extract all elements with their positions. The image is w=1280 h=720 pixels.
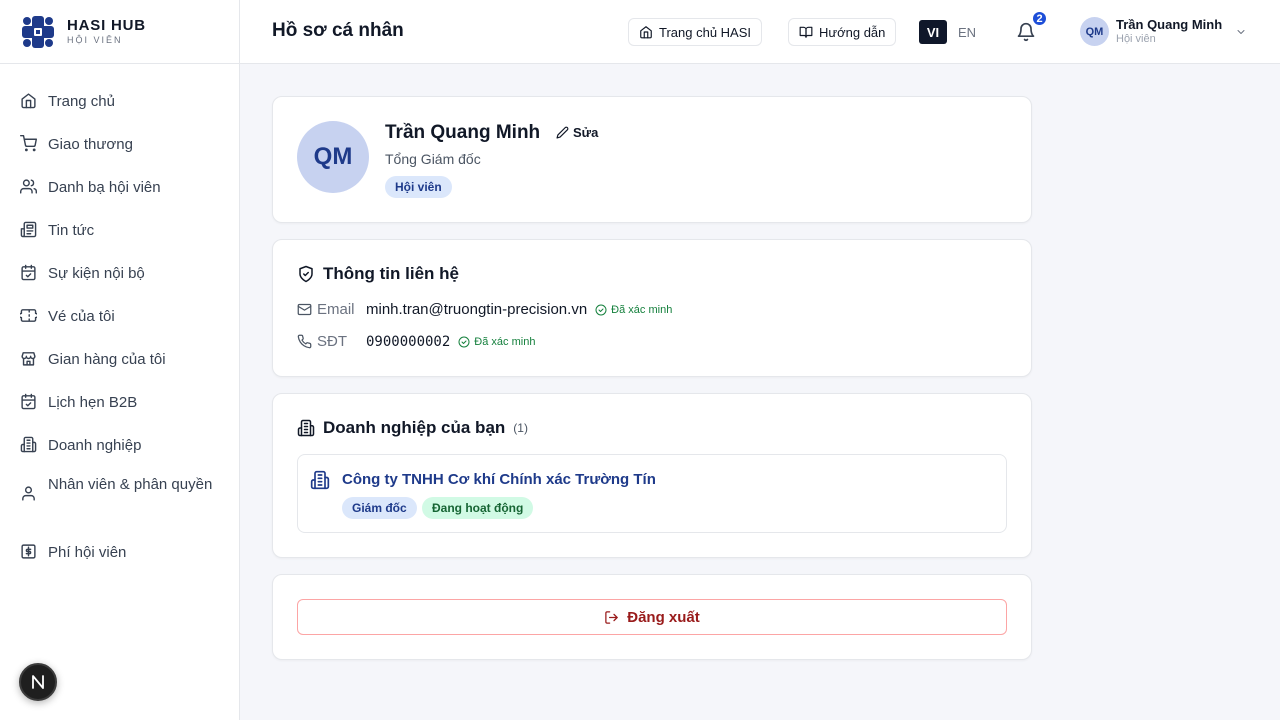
book-open-icon <box>799 26 813 38</box>
contact-title-text: Thông tin liên hệ <box>323 264 459 283</box>
sidebar-item-label: Nhân viên & phân quyền <box>48 476 213 493</box>
contact-section-title: Thông tin liên hệ <box>297 264 459 284</box>
sidebar-item-label: Doanh nghiệp <box>48 437 142 454</box>
sidebar-item-events[interactable]: Sự kiện nội bộ <box>0 250 239 293</box>
newspaper-icon <box>20 221 37 238</box>
dollar-icon <box>21 544 36 559</box>
calendar-check-icon <box>21 393 36 410</box>
sidebar-item-label: Giao thương <box>48 136 133 153</box>
user-icon <box>22 486 35 501</box>
profile-name: Trần Quang Minh <box>385 122 541 143</box>
user-role: Hội viên <box>1116 33 1156 45</box>
business-section-title: Doanh nghiệp của bạn (1) <box>297 418 528 438</box>
company-item[interactable]: Công ty TNHH Cơ khí Chính xác Trường Tín… <box>297 454 1007 533</box>
contact-card: Thông tin liên hệ Email minh.tran@truong… <box>272 239 1032 377</box>
brand[interactable]: HASI HUB HỘI VIÊN <box>0 0 239 64</box>
member-badge: Hội viên <box>385 176 452 198</box>
sidebar-item-label: Tin tức <box>48 222 95 239</box>
sidebar-item-members[interactable]: Danh bạ hội viên <box>0 164 239 207</box>
guide-label: Hướng dẫn <box>819 24 886 40</box>
sidebar-item-store[interactable]: Gian hàng của tôi <box>0 336 239 379</box>
n-logo-icon <box>32 675 44 689</box>
notification-badge: 2 <box>1031 10 1048 27</box>
email-value[interactable]: minh.tran@truongtin-precision.vn <box>366 301 587 318</box>
email-label: Email <box>317 301 355 318</box>
building-icon <box>310 470 330 490</box>
edit-label: Sửa <box>573 125 599 140</box>
company-name: Công ty TNHH Cơ khí Chính xác Trường Tín <box>342 471 656 488</box>
avatar: QM <box>1080 17 1109 46</box>
shield-check-icon <box>299 265 313 283</box>
user-menu[interactable]: QM Trần Quang Minh Hội viên <box>1080 17 1245 46</box>
profile-job-title: Tổng Giám đốc <box>385 151 481 167</box>
sidebar-item-fees[interactable]: Phí hội viên <box>0 529 239 572</box>
sidebar-item-home[interactable]: Trang chủ <box>0 78 239 121</box>
users-icon <box>20 179 37 194</box>
phone-row: SĐT 0900000002 Đã xác minh <box>297 333 535 350</box>
sidebar-item-news[interactable]: Tin tức <box>0 207 239 250</box>
sidebar-item-label: Gian hàng của tôi <box>48 351 166 368</box>
logout-icon <box>605 610 618 624</box>
lang-vi-button[interactable]: VI <box>919 20 947 44</box>
store-icon <box>21 352 36 366</box>
company-role-badge: Giám đốc <box>342 497 417 519</box>
check-circle-icon <box>458 336 470 347</box>
profile-card: QM Trần Quang Minh Sửa Tổng Giám đốc Hội… <box>272 96 1032 223</box>
lang-en-button[interactable]: EN <box>954 20 980 44</box>
mail-icon <box>297 303 312 316</box>
verified-label: Đã xác minh <box>611 303 673 316</box>
brand-name: HASI HUB <box>67 17 146 34</box>
logout-card: Đăng xuất <box>272 574 1032 660</box>
phone-verified-badge: Đã xác minh <box>458 336 535 348</box>
phone-value[interactable]: 0900000002 <box>366 334 450 350</box>
assistant-button[interactable] <box>19 663 57 701</box>
sidebar-item-business[interactable]: Doanh nghiệp <box>0 422 239 465</box>
profile-avatar: QM <box>297 121 369 193</box>
company-status-badge: Đang hoạt động <box>422 497 534 519</box>
sidebar-item-label: Trang chủ <box>48 93 115 110</box>
check-circle-icon <box>595 304 607 315</box>
brand-subtitle: HỘI VIÊN <box>67 35 123 45</box>
logout-label: Đăng xuất <box>627 608 700 626</box>
chevron-down-icon <box>1237 30 1245 34</box>
sidebar-item-label: Sự kiện nội bộ <box>48 265 145 282</box>
building-icon <box>20 436 37 453</box>
email-row: Email minh.tran@truongtin-precision.vn Đ… <box>297 301 672 318</box>
email-verified-badge: Đã xác minh <box>595 304 672 316</box>
cart-icon <box>20 135 37 152</box>
user-name: Trần Quang Minh <box>1116 17 1223 32</box>
business-count: (1) <box>513 421 528 435</box>
hasi-home-label: Trang chủ HASI <box>659 24 752 40</box>
building-icon <box>297 419 315 437</box>
page-title: Hồ sơ cá nhân <box>272 20 404 41</box>
sidebar-item-staff[interactable]: Nhân viên & phân quyền <box>0 465 239 529</box>
sidebar: HASI HUB HỘI VIÊN Trang chủ Giao thương … <box>0 0 240 720</box>
top-header: Hồ sơ cá nhân Trang chủ HASI Hướng dẫn V… <box>240 0 1280 64</box>
bell-icon[interactable] <box>1016 22 1036 42</box>
business-card: Doanh nghiệp của bạn (1) Công ty TNHH Cơ… <box>272 393 1032 558</box>
logout-button[interactable]: Đăng xuất <box>297 599 1007 635</box>
sidebar-item-label: Vé của tôi <box>48 308 115 325</box>
home-icon <box>21 93 36 109</box>
business-title-text: Doanh nghiệp của bạn <box>323 418 506 437</box>
phone-icon <box>297 334 312 349</box>
guide-button[interactable]: Hướng dẫn <box>788 18 897 46</box>
calendar-check-icon <box>21 264 36 281</box>
sidebar-item-tickets[interactable]: Vé của tôi <box>0 293 239 336</box>
home-icon <box>640 26 652 39</box>
verified-label: Đã xác minh <box>474 335 536 348</box>
phone-label: SĐT <box>317 333 347 350</box>
sidebar-item-label: Lịch hẹn B2B <box>48 394 138 411</box>
sidebar-item-trade[interactable]: Giao thương <box>0 121 239 164</box>
sidebar-item-label: Phí hội viên <box>48 544 127 561</box>
edit-profile-button[interactable]: Sửa <box>556 125 598 140</box>
sidebar-item-label: Danh bạ hội viên <box>48 179 161 196</box>
sidebar-nav: Trang chủ Giao thương Danh bạ hội viên T… <box>0 78 239 572</box>
logo-icon <box>22 15 54 48</box>
pencil-icon <box>556 126 569 139</box>
hasi-home-button[interactable]: Trang chủ HASI <box>628 18 763 46</box>
sidebar-item-b2b[interactable]: Lịch hẹn B2B <box>0 379 239 422</box>
ticket-icon <box>20 309 37 322</box>
